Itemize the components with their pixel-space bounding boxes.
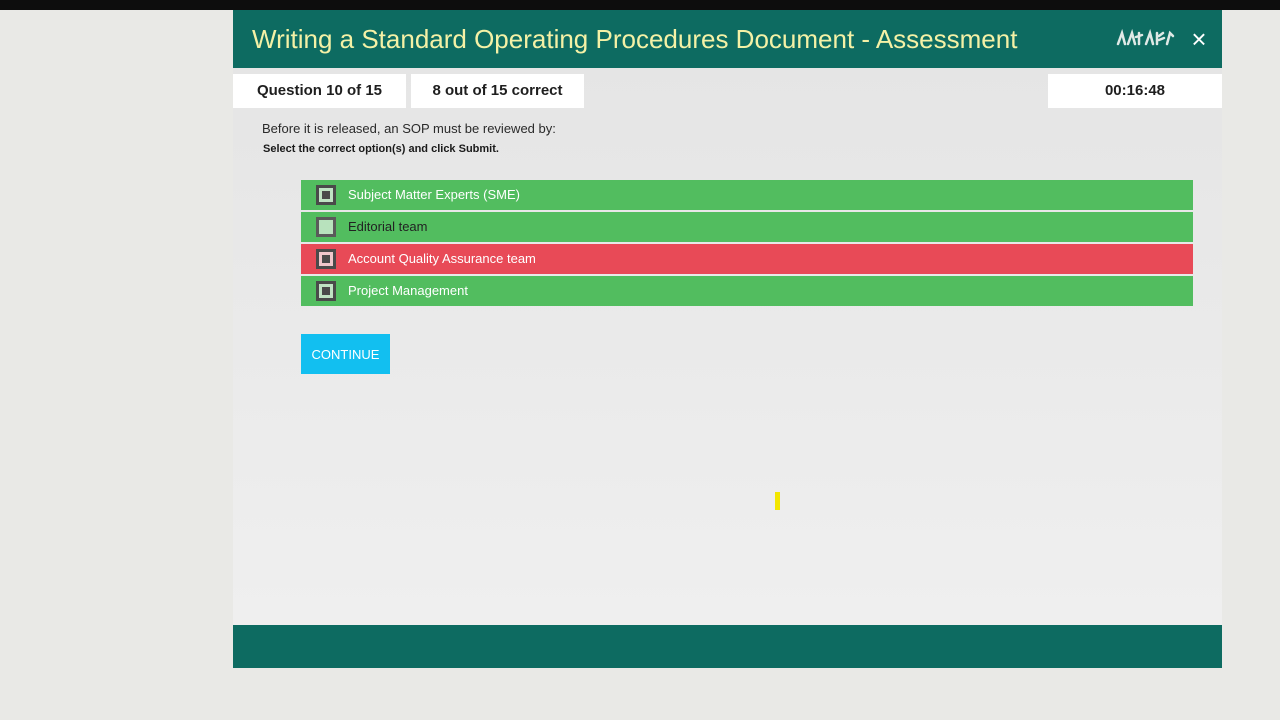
option-account-quality-assurance[interactable]: Account Quality Assurance team — [301, 244, 1193, 274]
option-label: Account Quality Assurance team — [348, 251, 536, 266]
instruction-text: Select the correct option(s) and click S… — [263, 143, 499, 155]
checkbox-checked-icon[interactable] — [316, 185, 336, 205]
option-editorial-team[interactable]: Editorial team — [301, 212, 1193, 242]
assessment-modal: Writing a Standard Operating Procedures … — [233, 10, 1222, 668]
checkbox-checked-icon[interactable] — [316, 249, 336, 269]
check-mark — [322, 255, 330, 263]
option-subject-matter-experts[interactable]: Subject Matter Experts (SME) — [301, 180, 1193, 210]
question-text: Before it is released, an SOP must be re… — [262, 121, 556, 136]
option-label: Editorial team — [348, 219, 428, 234]
title-bar: Writing a Standard Operating Procedures … — [233, 10, 1222, 68]
close-icon: × — [1191, 24, 1207, 54]
check-mark — [322, 191, 330, 199]
top-strip — [0, 0, 1280, 10]
checkbox-checked-icon[interactable] — [316, 281, 336, 301]
mouse-cursor-highlight — [775, 492, 780, 510]
answer-options: Subject Matter Experts (SME) Editorial t… — [301, 180, 1193, 308]
option-label: Subject Matter Experts (SME) — [348, 187, 520, 202]
timer: 00:16:48 — [1048, 74, 1222, 108]
question-progress: Question 10 of 15 — [233, 74, 406, 108]
brand-logo-icon — [1116, 28, 1175, 46]
close-button[interactable]: × — [1186, 24, 1212, 54]
check-mark — [322, 287, 330, 295]
option-project-management[interactable]: Project Management — [301, 276, 1193, 306]
checkbox-unchecked-icon[interactable] — [316, 217, 336, 237]
page-title: Writing a Standard Operating Procedures … — [252, 24, 1018, 54]
score-display: 8 out of 15 correct — [411, 74, 584, 108]
option-label: Project Management — [348, 283, 468, 298]
continue-button[interactable]: CONTINUE — [301, 334, 390, 374]
footer-bar — [233, 625, 1222, 668]
